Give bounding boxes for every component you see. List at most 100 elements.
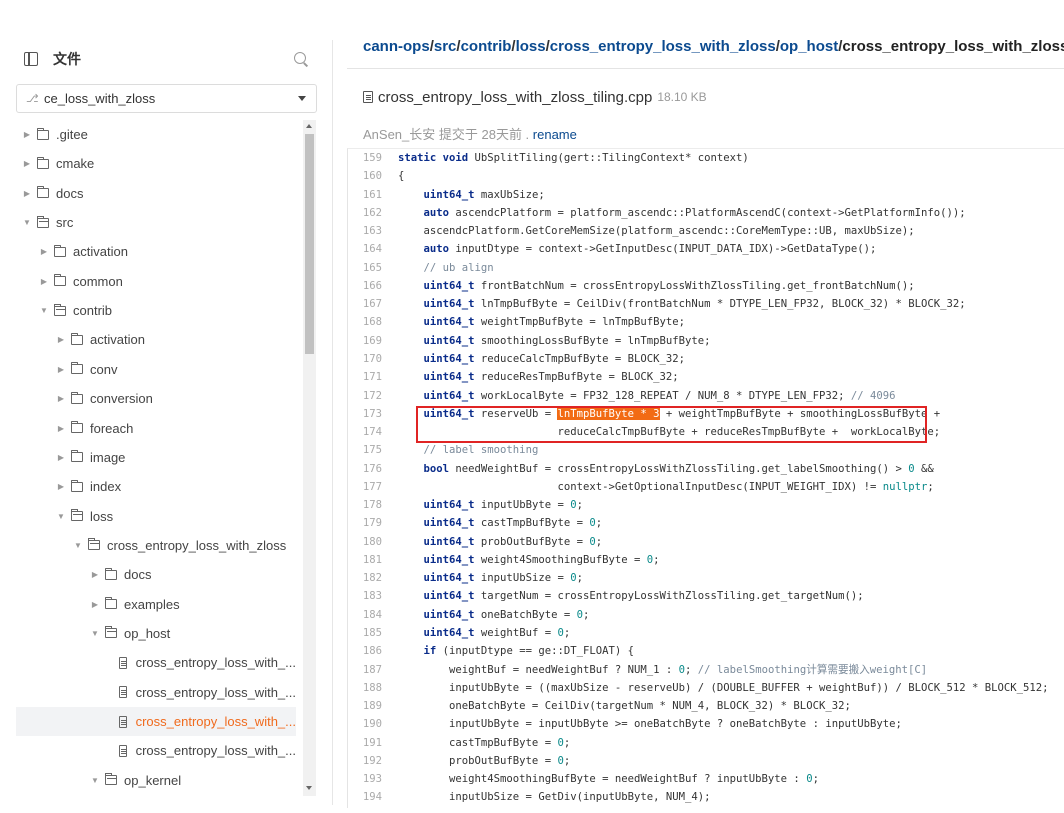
tree-folder-item[interactable]: ▶ common bbox=[16, 267, 296, 296]
breadcrumb-link[interactable]: contrib bbox=[461, 38, 512, 55]
line-number[interactable]: 159 bbox=[348, 149, 382, 167]
line-number[interactable]: 164 bbox=[348, 240, 382, 258]
line-number[interactable]: 173 bbox=[348, 405, 382, 423]
line-number[interactable]: 179 bbox=[348, 514, 382, 532]
line-number[interactable]: 174 bbox=[348, 423, 382, 441]
file-icon bbox=[118, 715, 127, 728]
line-number[interactable]: 166 bbox=[348, 277, 382, 295]
tree-folder-item[interactable]: ▶ .gitee bbox=[16, 120, 296, 149]
line-number[interactable]: 170 bbox=[348, 350, 382, 368]
line-number[interactable]: 186 bbox=[348, 642, 382, 660]
tree-folder-item[interactable]: ▼ contrib bbox=[16, 296, 296, 325]
line-number[interactable]: 189 bbox=[348, 697, 382, 715]
chevron-right-icon[interactable]: ▶ bbox=[37, 247, 51, 256]
line-number[interactable]: 193 bbox=[348, 770, 382, 788]
chevron-right-icon[interactable]: ▶ bbox=[54, 482, 68, 491]
tree-folder-item[interactable]: ▼ cross_entropy_loss_with_zloss bbox=[16, 531, 296, 560]
breadcrumb-link[interactable]: src bbox=[434, 38, 457, 55]
tree-file-item[interactable]: cross_entropy_loss_with_... bbox=[16, 736, 296, 765]
chevron-right-icon[interactable]: ▶ bbox=[20, 130, 34, 139]
chevron-right-icon[interactable]: ▶ bbox=[37, 277, 51, 286]
branch-selector[interactable]: ⎇ ce_loss_with_zloss bbox=[16, 84, 317, 113]
commit-message-link[interactable]: rename bbox=[533, 127, 577, 142]
tree-folder-item[interactable]: ▼ src bbox=[16, 208, 296, 237]
tree-folder-item[interactable]: ▼ loss bbox=[16, 502, 296, 531]
line-number[interactable]: 172 bbox=[348, 387, 382, 405]
tree-file-item[interactable]: cross_entropy_loss_with_... bbox=[16, 648, 296, 677]
line-number[interactable]: 162 bbox=[348, 204, 382, 222]
line-number[interactable]: 178 bbox=[348, 496, 382, 514]
chevron-right-icon[interactable]: ▶ bbox=[20, 159, 34, 168]
chevron-down-icon[interactable]: ▼ bbox=[71, 541, 85, 550]
chevron-right-icon[interactable]: ▶ bbox=[54, 335, 68, 344]
scrollbar-thumb[interactable] bbox=[305, 134, 314, 354]
tree-folder-item[interactable]: ▶ image bbox=[16, 443, 296, 472]
line-number[interactable]: 175 bbox=[348, 441, 382, 459]
tree-folder-item[interactable]: ▶ cmake bbox=[16, 149, 296, 178]
tree-folder-item[interactable]: ▶ foreach bbox=[16, 414, 296, 443]
scroll-up-icon[interactable] bbox=[306, 124, 312, 128]
code-line: 168 uint64_t weightTmpBufByte = lnTmpBuf… bbox=[348, 313, 1064, 331]
tree-folder-item[interactable]: ▶ index bbox=[16, 472, 296, 501]
chevron-right-icon[interactable]: ▶ bbox=[54, 453, 68, 462]
chevron-down-icon[interactable]: ▼ bbox=[88, 629, 102, 638]
search-icon[interactable] bbox=[294, 52, 306, 64]
line-number[interactable]: 190 bbox=[348, 715, 382, 733]
tree-folder-item[interactable]: ▶ examples bbox=[16, 590, 296, 619]
sidebar-toggle-icon[interactable] bbox=[24, 52, 38, 66]
line-number[interactable]: 161 bbox=[348, 186, 382, 204]
line-number[interactable]: 167 bbox=[348, 295, 382, 313]
code-line: 164 auto inputDtype = context->GetInputD… bbox=[348, 240, 1064, 258]
line-number[interactable]: 182 bbox=[348, 569, 382, 587]
line-number[interactable]: 165 bbox=[348, 259, 382, 277]
line-number[interactable]: 180 bbox=[348, 533, 382, 551]
line-number[interactable]: 168 bbox=[348, 313, 382, 331]
line-number[interactable]: 163 bbox=[348, 222, 382, 240]
breadcrumb-link[interactable]: cross_entropy_loss_with_zloss bbox=[550, 38, 776, 55]
line-number[interactable]: 169 bbox=[348, 332, 382, 350]
tree-folder-item[interactable]: ▶ activation bbox=[16, 237, 296, 266]
tree-file-item[interactable]: cross_entropy_loss_with_... bbox=[16, 707, 296, 736]
line-number[interactable]: 160 bbox=[348, 167, 382, 185]
tree-folder-item[interactable]: ▶ docs bbox=[16, 560, 296, 589]
line-number[interactable]: 187 bbox=[348, 661, 382, 679]
chevron-down-icon[interactable]: ▼ bbox=[37, 306, 51, 315]
line-number[interactable]: 171 bbox=[348, 368, 382, 386]
code-line: 182 uint64_t inputUbSize = 0; bbox=[348, 569, 1064, 587]
chevron-right-icon[interactable]: ▶ bbox=[20, 189, 34, 198]
line-number[interactable]: 185 bbox=[348, 624, 382, 642]
chevron-down-icon[interactable]: ▼ bbox=[88, 776, 102, 785]
chevron-down-icon[interactable]: ▼ bbox=[54, 512, 68, 521]
chevron-right-icon[interactable]: ▶ bbox=[54, 424, 68, 433]
tree-folder-item[interactable]: ▶ docs bbox=[16, 179, 296, 208]
chevron-right-icon[interactable]: ▶ bbox=[54, 394, 68, 403]
line-number[interactable]: 176 bbox=[348, 460, 382, 478]
scroll-down-icon[interactable] bbox=[306, 786, 312, 790]
tree-file-item[interactable]: cross_entropy_loss_with_... bbox=[16, 678, 296, 707]
line-number[interactable]: 183 bbox=[348, 587, 382, 605]
breadcrumb-link[interactable]: loss bbox=[516, 38, 546, 55]
commit-info: AnSen_长安 提交于 28天前 . rename bbox=[363, 124, 577, 143]
branch-icon: ⎇ bbox=[26, 93, 39, 105]
breadcrumb-link[interactable]: cann-ops bbox=[363, 38, 430, 55]
code-line: 193 weight4SmoothingBufByte = needWeight… bbox=[348, 770, 1064, 788]
line-number[interactable]: 184 bbox=[348, 606, 382, 624]
line-number[interactable]: 191 bbox=[348, 734, 382, 752]
tree-scrollbar[interactable] bbox=[303, 120, 316, 796]
line-number[interactable]: 181 bbox=[348, 551, 382, 569]
line-number[interactable]: 194 bbox=[348, 788, 382, 806]
tree-item-label: .gitee bbox=[56, 127, 88, 142]
tree-folder-item[interactable]: ▼ op_kernel bbox=[16, 766, 296, 795]
breadcrumb-link[interactable]: op_host bbox=[780, 38, 838, 55]
tree-folder-item[interactable]: ▶ conversion bbox=[16, 384, 296, 413]
line-number[interactable]: 177 bbox=[348, 478, 382, 496]
tree-folder-item[interactable]: ▶ conv bbox=[16, 355, 296, 384]
chevron-right-icon[interactable]: ▶ bbox=[54, 365, 68, 374]
tree-folder-item[interactable]: ▶ activation bbox=[16, 325, 296, 354]
chevron-right-icon[interactable]: ▶ bbox=[88, 570, 102, 579]
line-number[interactable]: 188 bbox=[348, 679, 382, 697]
chevron-down-icon[interactable]: ▼ bbox=[20, 218, 34, 227]
chevron-right-icon[interactable]: ▶ bbox=[88, 600, 102, 609]
tree-folder-item[interactable]: ▼ op_host bbox=[16, 619, 296, 648]
line-number[interactable]: 192 bbox=[348, 752, 382, 770]
